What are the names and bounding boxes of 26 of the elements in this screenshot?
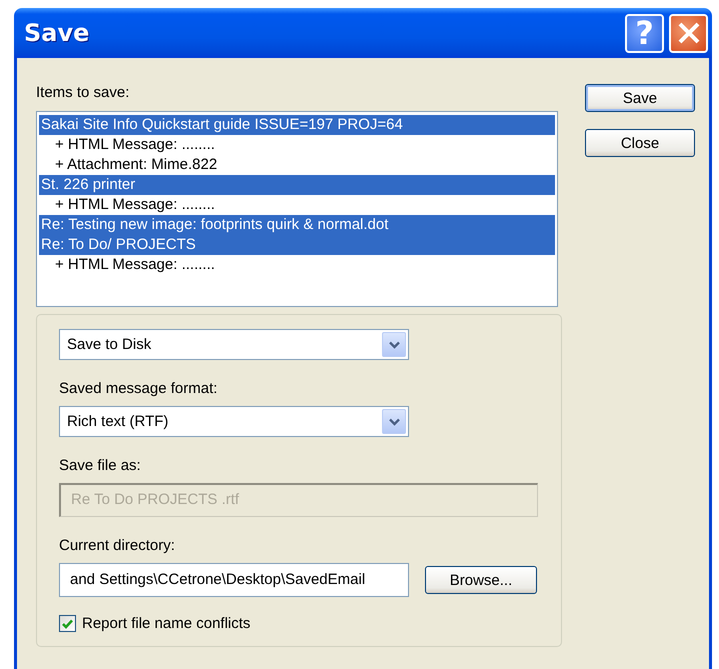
field-label: Save file as: (59, 457, 142, 475)
list-item[interactable]: St. 226 printer (39, 175, 555, 195)
list-item[interactable]: + HTML Message: ........ (39, 135, 555, 155)
list-item[interactable]: Sakai Site Info Quickstart guide ISSUE=197 PROJ=64 (39, 115, 555, 135)
close-icon (676, 21, 700, 45)
checkbox[interactable] (59, 615, 76, 632)
dropdown[interactable]: Rich text (RTF) (59, 406, 409, 437)
input-field[interactable]: and Settings\CCetrone\Desktop\SavedEmail (59, 563, 409, 597)
list-item[interactable]: + Attachment: Mime.822 (39, 155, 555, 175)
list-item[interactable]: Re: Testing new image: footprints quirk & normal.dot (39, 215, 555, 235)
field-label: Saved message format: (59, 380, 218, 398)
window-title: Save (24, 19, 90, 47)
field-label: Items to save: (36, 84, 130, 102)
check-icon (62, 618, 73, 628)
dialog-button[interactable]: Close (585, 129, 695, 157)
close-button[interactable] (669, 14, 708, 52)
list-item[interactable]: Re: To Do/ PROJECTS (39, 235, 555, 255)
chevron-down-icon (388, 418, 400, 426)
dialog-button[interactable]: Save (585, 84, 695, 112)
list-item[interactable]: + HTML Message: ........ (39, 255, 555, 275)
checkbox-label: Report file name conflicts (82, 615, 250, 632)
chevron-down-icon (388, 340, 400, 348)
dropdown[interactable]: Save to Disk (59, 329, 409, 360)
field-label: Current directory: (59, 537, 176, 555)
browse-button[interactable]: Browse... (425, 566, 537, 594)
list-item[interactable]: + HTML Message: ........ (39, 195, 555, 215)
